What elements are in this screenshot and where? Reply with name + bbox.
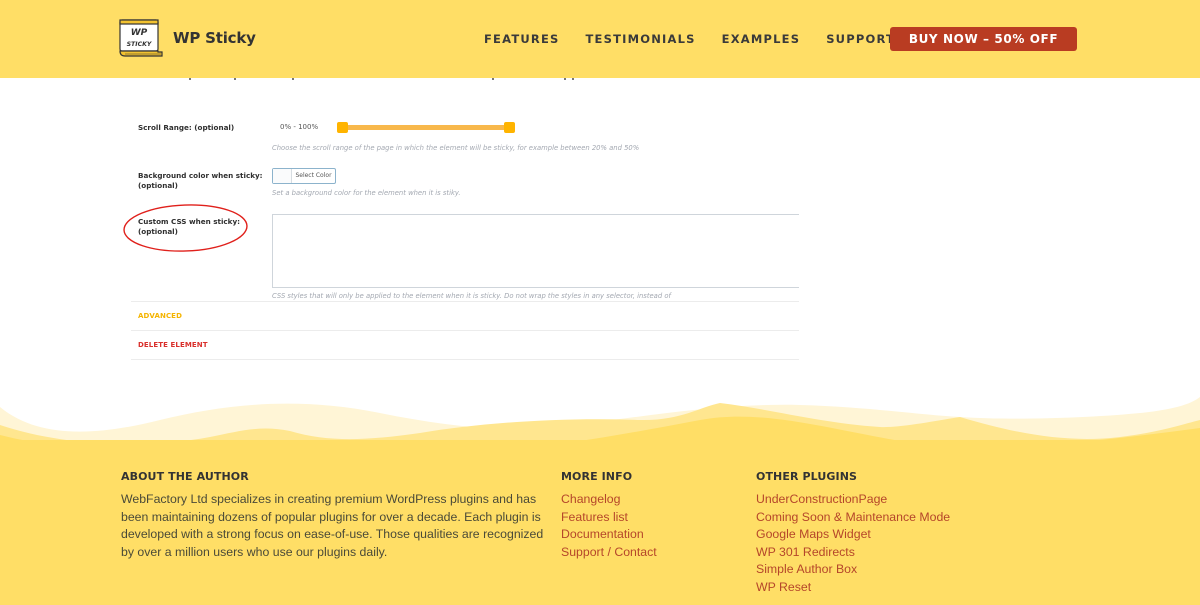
link-google-maps-widget[interactable]: Google Maps Widget: [756, 526, 950, 544]
link-changelog[interactable]: Changelog: [561, 491, 657, 509]
nav-examples[interactable]: EXAMPLES: [722, 27, 801, 51]
advanced-section-toggle[interactable]: ADVANCED: [138, 312, 182, 320]
select-color-button[interactable]: Select Color: [272, 168, 336, 184]
divider: [131, 359, 799, 360]
scroll-range-label: Scroll Range: (optional): [138, 123, 235, 132]
about-heading: ABOUT THE AUTHOR: [121, 470, 249, 483]
nav-features[interactable]: FEATURES: [484, 27, 560, 51]
more-info-heading: MORE INFO: [561, 470, 633, 483]
clipped-text-fragments: [0, 78, 1200, 81]
divider: [131, 330, 799, 331]
custom-css-label-text: Custom CSS when sticky:: [138, 217, 241, 226]
nav-support[interactable]: SUPPORT: [826, 27, 895, 51]
link-simple-author-box[interactable]: Simple Author Box: [756, 561, 950, 579]
custom-css-label: Custom CSS when sticky: (optional): [138, 217, 240, 237]
custom-css-label-optional: (optional): [138, 227, 178, 236]
background-color-help: Set a background color for the element w…: [272, 189, 461, 197]
site-header: WP STICKY WP Sticky FEATURES TESTIMONIAL…: [0, 0, 1200, 78]
buy-now-button[interactable]: BUY NOW – 50% OFF: [890, 27, 1077, 51]
main-nav: FEATURES TESTIMONIALS EXAMPLES SUPPORT: [484, 27, 921, 51]
custom-css-help: CSS styles that will only be applied to …: [272, 292, 671, 300]
scroll-range-value: 0% - 100%: [280, 123, 319, 131]
link-features-list[interactable]: Features list: [561, 509, 657, 527]
content-clip: [799, 200, 819, 300]
divider: [131, 301, 799, 302]
background-color-label-text: Background color when sticky:: [138, 171, 263, 180]
about-text: WebFactory Ltd specializes in creating p…: [121, 492, 544, 559]
sticky-note-logo-icon: WP STICKY: [119, 19, 163, 57]
background-color-label-optional: (optional): [138, 181, 178, 190]
link-wp-301-redirects[interactable]: WP 301 Redirects: [756, 544, 950, 562]
link-coming-soon[interactable]: Coming Soon & Maintenance Mode: [756, 509, 950, 527]
site-footer: ABOUT THE AUTHOR WebFactory Ltd speciali…: [0, 440, 1200, 605]
logo-text-top: WP: [131, 28, 148, 38]
footer-other-plugins: OTHER PLUGINS UnderConstructionPage Comi…: [756, 470, 950, 597]
other-plugins-heading: OTHER PLUGINS: [756, 470, 858, 483]
link-documentation[interactable]: Documentation: [561, 526, 657, 544]
scroll-range-slider[interactable]: [337, 122, 515, 133]
slider-handle-min[interactable]: [337, 122, 348, 133]
logo-text-bottom: STICKY: [127, 41, 152, 48]
custom-css-textarea[interactable]: [272, 214, 812, 288]
delete-element-button[interactable]: DELETE ELEMENT: [138, 341, 208, 349]
footer-about: ABOUT THE AUTHOR WebFactory Ltd speciali…: [121, 470, 551, 561]
scroll-range-help: Choose the scroll range of the page in w…: [272, 144, 640, 152]
link-underconstructionpage[interactable]: UnderConstructionPage: [756, 491, 950, 509]
link-support-contact[interactable]: Support / Contact: [561, 544, 657, 562]
footer-more-info: MORE INFO Changelog Features list Docume…: [561, 470, 657, 561]
slider-track: [342, 125, 510, 130]
brand-name: WP Sticky: [173, 29, 256, 47]
color-swatch: [273, 169, 292, 183]
nav-testimonials[interactable]: TESTIMONIALS: [586, 27, 696, 51]
background-color-label: Background color when sticky: (optional): [138, 171, 263, 191]
select-color-label: Select Color: [295, 172, 332, 179]
logo[interactable]: WP STICKY WP Sticky: [119, 19, 256, 57]
link-wp-reset[interactable]: WP Reset: [756, 579, 950, 597]
slider-handle-max[interactable]: [504, 122, 515, 133]
